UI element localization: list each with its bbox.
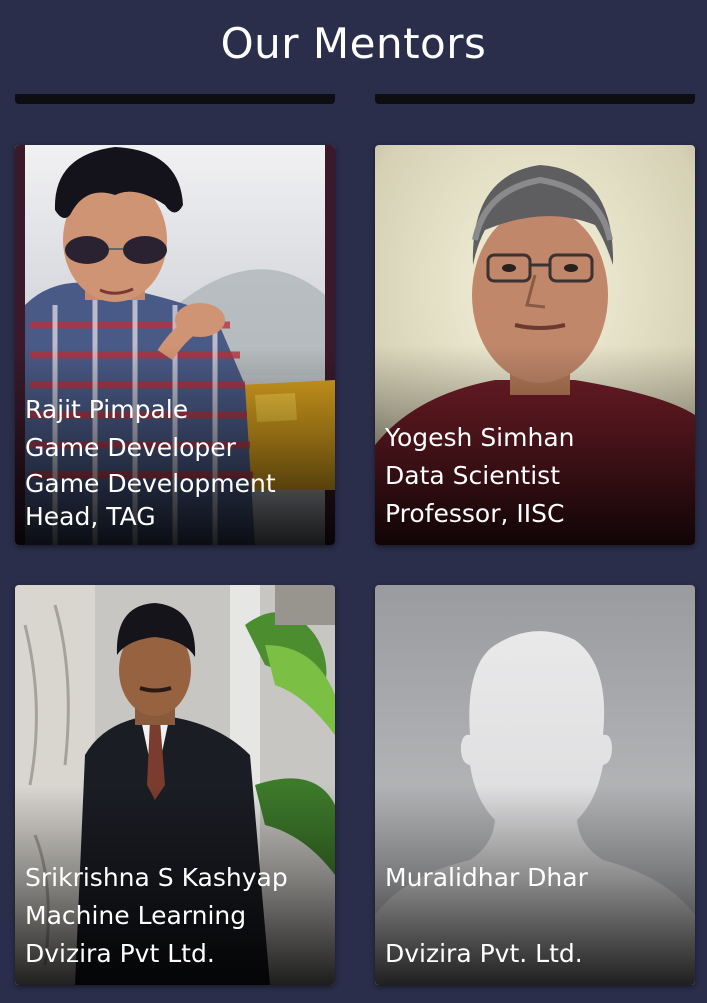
mentor-role: Data Scientist (385, 461, 560, 490)
mentor-affiliation: Dvizira Pvt. Ltd. (385, 939, 583, 968)
mentors-page: Our Mentors Rajit Pimpale Game Developer… (0, 0, 707, 1003)
mentor-role: Machine Learning (25, 901, 247, 930)
mentor-card[interactable]: Srikrishna S Kashyap Machine Learning Dv… (15, 585, 335, 985)
mentor-name: Rajit Pimpale (25, 395, 189, 424)
mentor-info: Yogesh Simhan Data Scientist Professor, … (385, 419, 685, 533)
previous-card-edge-left (15, 94, 335, 104)
mentor-affiliation: Dvizira Pvt Ltd. (25, 939, 215, 968)
mentor-card[interactable]: Muralidhar Dhar Dvizira Pvt. Ltd. (375, 585, 695, 985)
mentor-info: Rajit Pimpale Game Developer Game Develo… (25, 391, 325, 533)
app-header: Our Mentors (0, 0, 707, 90)
mentor-card[interactable]: Rajit Pimpale Game Developer Game Develo… (15, 145, 335, 545)
mentor-role: Game Developer (25, 433, 236, 462)
page-title: Our Mentors (220, 18, 487, 68)
mentor-info: Muralidhar Dhar Dvizira Pvt. Ltd. (385, 859, 685, 973)
mentor-affiliation: Game Development Head, TAG (25, 469, 276, 531)
mentor-info: Srikrishna S Kashyap Machine Learning Dv… (25, 859, 325, 973)
mentor-affiliation: Professor, IISC (385, 499, 565, 528)
mentor-name: Muralidhar Dhar (385, 863, 588, 892)
mentor-role (385, 897, 685, 935)
mentor-name: Yogesh Simhan (385, 423, 575, 452)
mentor-name: Srikrishna S Kashyap (25, 863, 288, 892)
mentor-card[interactable]: Yogesh Simhan Data Scientist Professor, … (375, 145, 695, 545)
previous-card-edge-right (375, 94, 695, 104)
